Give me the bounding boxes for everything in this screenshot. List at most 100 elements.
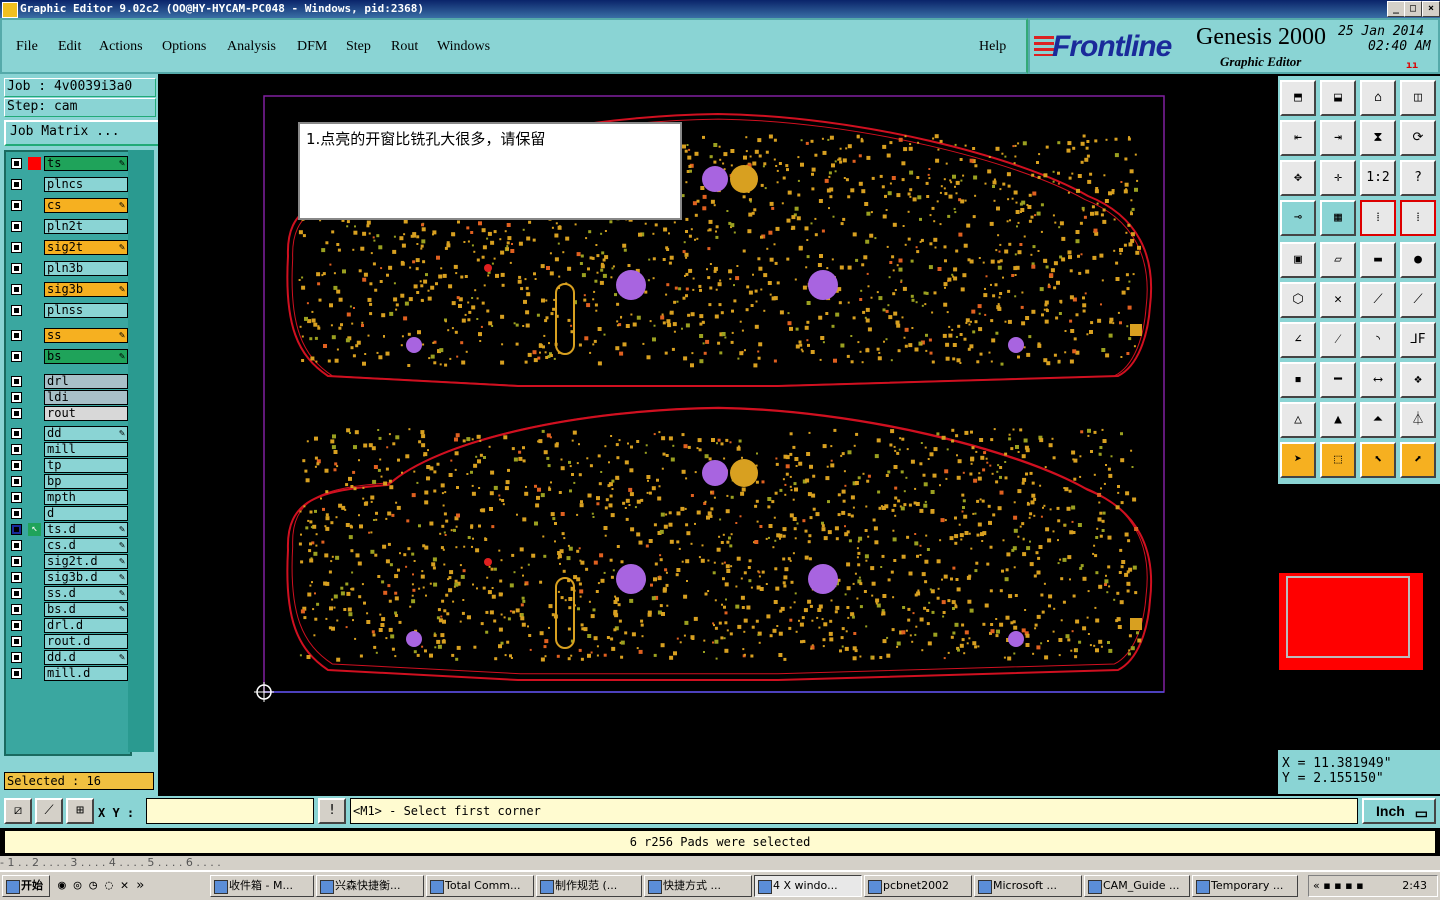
layer-row-bp[interactable]: bp bbox=[8, 474, 128, 489]
open-job-icon[interactable]: ⬒ bbox=[1280, 80, 1316, 116]
layer-checkbox[interactable] bbox=[11, 668, 22, 679]
layer-row-ldi[interactable]: ldi bbox=[8, 390, 128, 405]
dimension-icon[interactable]: ⟷ bbox=[1360, 362, 1396, 398]
layer-name[interactable]: ss ✎ bbox=[44, 328, 128, 343]
alert-icon[interactable]: ! bbox=[318, 798, 346, 824]
zoom-window-icon[interactable]: ⧄ bbox=[4, 798, 32, 824]
taskbar-button[interactable]: Temporary ... bbox=[1192, 875, 1298, 897]
layer-checkbox[interactable] bbox=[11, 351, 22, 362]
layer-row-d[interactable]: d bbox=[8, 506, 128, 521]
layer-row-pln2t[interactable]: pln2t bbox=[8, 219, 128, 234]
layer-checkbox[interactable] bbox=[11, 305, 22, 316]
line-add-icon[interactable]: ⟋ bbox=[1360, 282, 1396, 318]
layer-row-plncs[interactable]: plncs bbox=[8, 177, 128, 192]
select-net-icon[interactable]: ⬈ bbox=[1400, 442, 1436, 478]
prev-view-icon[interactable]: ⇤ bbox=[1280, 120, 1316, 156]
cross-icon[interactable]: ✕ bbox=[1320, 282, 1356, 318]
zoom-center-icon[interactable]: ✛ bbox=[1320, 160, 1356, 196]
line-edit-icon[interactable]: ⟋ bbox=[1400, 282, 1436, 318]
taskbar-button[interactable]: 制作规范 (... bbox=[536, 875, 642, 897]
layer-checkbox[interactable] bbox=[11, 428, 22, 439]
layer-name[interactable]: plncs bbox=[44, 177, 128, 192]
taskbar-button[interactable]: pcbnet2002 bbox=[864, 875, 972, 897]
select-arrow-icon[interactable]: ➤ bbox=[1280, 442, 1316, 478]
layer-list-scrollbar[interactable] bbox=[128, 150, 154, 752]
line-h-icon[interactable]: ━ bbox=[1320, 362, 1356, 398]
mirror-view-icon[interactable]: ⧗ bbox=[1360, 120, 1396, 156]
layer-name[interactable]: bp bbox=[44, 474, 128, 489]
layer-checkbox[interactable] bbox=[11, 200, 22, 211]
layer-row-rout.d[interactable]: rout.d bbox=[8, 634, 128, 649]
layer-name[interactable]: sig2t.d ✎ bbox=[44, 554, 128, 569]
layer-row-pln3b[interactable]: pln3b bbox=[8, 261, 128, 276]
layer-checkbox[interactable] bbox=[11, 242, 22, 253]
layer-name[interactable]: drl.d bbox=[44, 618, 128, 633]
taskbar-button[interactable]: CAM_Guide ... bbox=[1084, 875, 1190, 897]
menu-edit[interactable]: Edit bbox=[58, 39, 81, 55]
layer-checkbox[interactable] bbox=[11, 588, 22, 599]
layer-name[interactable]: bs ✎ bbox=[44, 349, 128, 364]
measure-icon[interactable]: ⟋ bbox=[35, 798, 63, 824]
layer-row-ss.d[interactable]: ss.d ✎ bbox=[8, 586, 128, 601]
feature-info-icon[interactable]: ▱ bbox=[1320, 242, 1356, 278]
layer-checkbox[interactable] bbox=[11, 392, 22, 403]
menu-rout[interactable]: Rout bbox=[391, 39, 418, 55]
menu-actions[interactable]: Actions bbox=[99, 39, 143, 55]
layer-checkbox[interactable] bbox=[11, 158, 22, 169]
taskbar-button[interactable]: 兴森快捷衡... bbox=[316, 875, 424, 897]
feature-select-icon[interactable]: ▣ bbox=[1280, 242, 1316, 278]
layer-checkbox[interactable] bbox=[11, 652, 22, 663]
layer-name[interactable]: mill bbox=[44, 442, 128, 457]
layer-name[interactable]: ldi bbox=[44, 390, 128, 405]
pad-add-icon[interactable]: ● bbox=[1400, 242, 1436, 278]
menu-dfm[interactable]: DFM bbox=[297, 39, 327, 55]
layer-name[interactable]: rout.d bbox=[44, 634, 128, 649]
layer-checkbox[interactable] bbox=[11, 221, 22, 232]
layer-name[interactable]: sig2t ✎ bbox=[44, 240, 128, 255]
tray-icons[interactable]: « ▪ ▪ ▪ ▪ bbox=[1313, 876, 1364, 896]
layer-row-dd[interactable]: dd ✎ bbox=[8, 426, 128, 441]
slash-tool-icon[interactable]: ⁄ bbox=[1320, 322, 1356, 358]
menu-file[interactable]: File bbox=[16, 39, 38, 55]
layer-checkbox[interactable] bbox=[11, 620, 22, 631]
layer-checkbox[interactable] bbox=[11, 492, 22, 503]
grid-toggle-icon[interactable]: ▦ bbox=[1320, 200, 1356, 236]
layer-name[interactable]: mill.d bbox=[44, 666, 128, 681]
layer-checkbox[interactable] bbox=[11, 444, 22, 455]
menu-step[interactable]: Step bbox=[346, 39, 371, 55]
layer-checkbox[interactable] bbox=[11, 476, 22, 487]
layer-row-bs[interactable]: bs ✎ bbox=[8, 349, 128, 364]
xy-input[interactable] bbox=[146, 798, 314, 824]
triangle-c-icon[interactable]: ⏶ bbox=[1360, 402, 1396, 438]
save-job-icon[interactable]: ⬓ bbox=[1320, 80, 1356, 116]
layer-name[interactable]: dd ✎ bbox=[44, 426, 128, 441]
help-query-icon[interactable]: ? bbox=[1400, 160, 1436, 196]
layer-checkbox[interactable] bbox=[11, 636, 22, 647]
select-touch-icon[interactable]: ⬉ bbox=[1360, 442, 1396, 478]
menu-windows[interactable]: Windows bbox=[437, 39, 490, 55]
layer-checkbox[interactable] bbox=[11, 263, 22, 274]
job-matrix-button[interactable]: Job Matrix ... bbox=[4, 120, 160, 146]
layer-row-mill[interactable]: mill bbox=[8, 442, 128, 457]
minimize-button[interactable]: _ bbox=[1387, 1, 1405, 17]
taskbar-button[interactable]: 快捷方式 ... bbox=[644, 875, 752, 897]
layer-checkbox[interactable] bbox=[11, 179, 22, 190]
layer-name[interactable]: drl bbox=[44, 374, 128, 389]
layer-row-dd.d[interactable]: dd.d ✎ bbox=[8, 650, 128, 665]
layer-checkbox[interactable] bbox=[11, 284, 22, 295]
start-button[interactable]: 开始 bbox=[2, 875, 50, 897]
quicklaunch-icons[interactable]: ◉ ◎ ◷ ◌ ✕ » bbox=[58, 878, 144, 893]
text-tool-icon[interactable]: ⅃F bbox=[1400, 322, 1436, 358]
taskbar-button[interactable]: Microsoft ... bbox=[974, 875, 1082, 897]
layer-checkbox[interactable] bbox=[11, 408, 22, 419]
layer-name[interactable]: ts ✎ bbox=[44, 156, 128, 171]
layer-name[interactable]: pln2t bbox=[44, 219, 128, 234]
overview-view-frame[interactable] bbox=[1286, 576, 1410, 658]
triangle-b-icon[interactable]: ▲ bbox=[1320, 402, 1356, 438]
home-icon[interactable]: ⌂ bbox=[1360, 80, 1396, 116]
layer-checkbox[interactable] bbox=[11, 572, 22, 583]
layer-row-mpth[interactable]: mpth bbox=[8, 490, 128, 505]
layer-name[interactable]: plnss bbox=[44, 303, 128, 318]
layer-name[interactable]: cs ✎ bbox=[44, 198, 128, 213]
layer-row-sig2t.d[interactable]: sig2t.d ✎ bbox=[8, 554, 128, 569]
